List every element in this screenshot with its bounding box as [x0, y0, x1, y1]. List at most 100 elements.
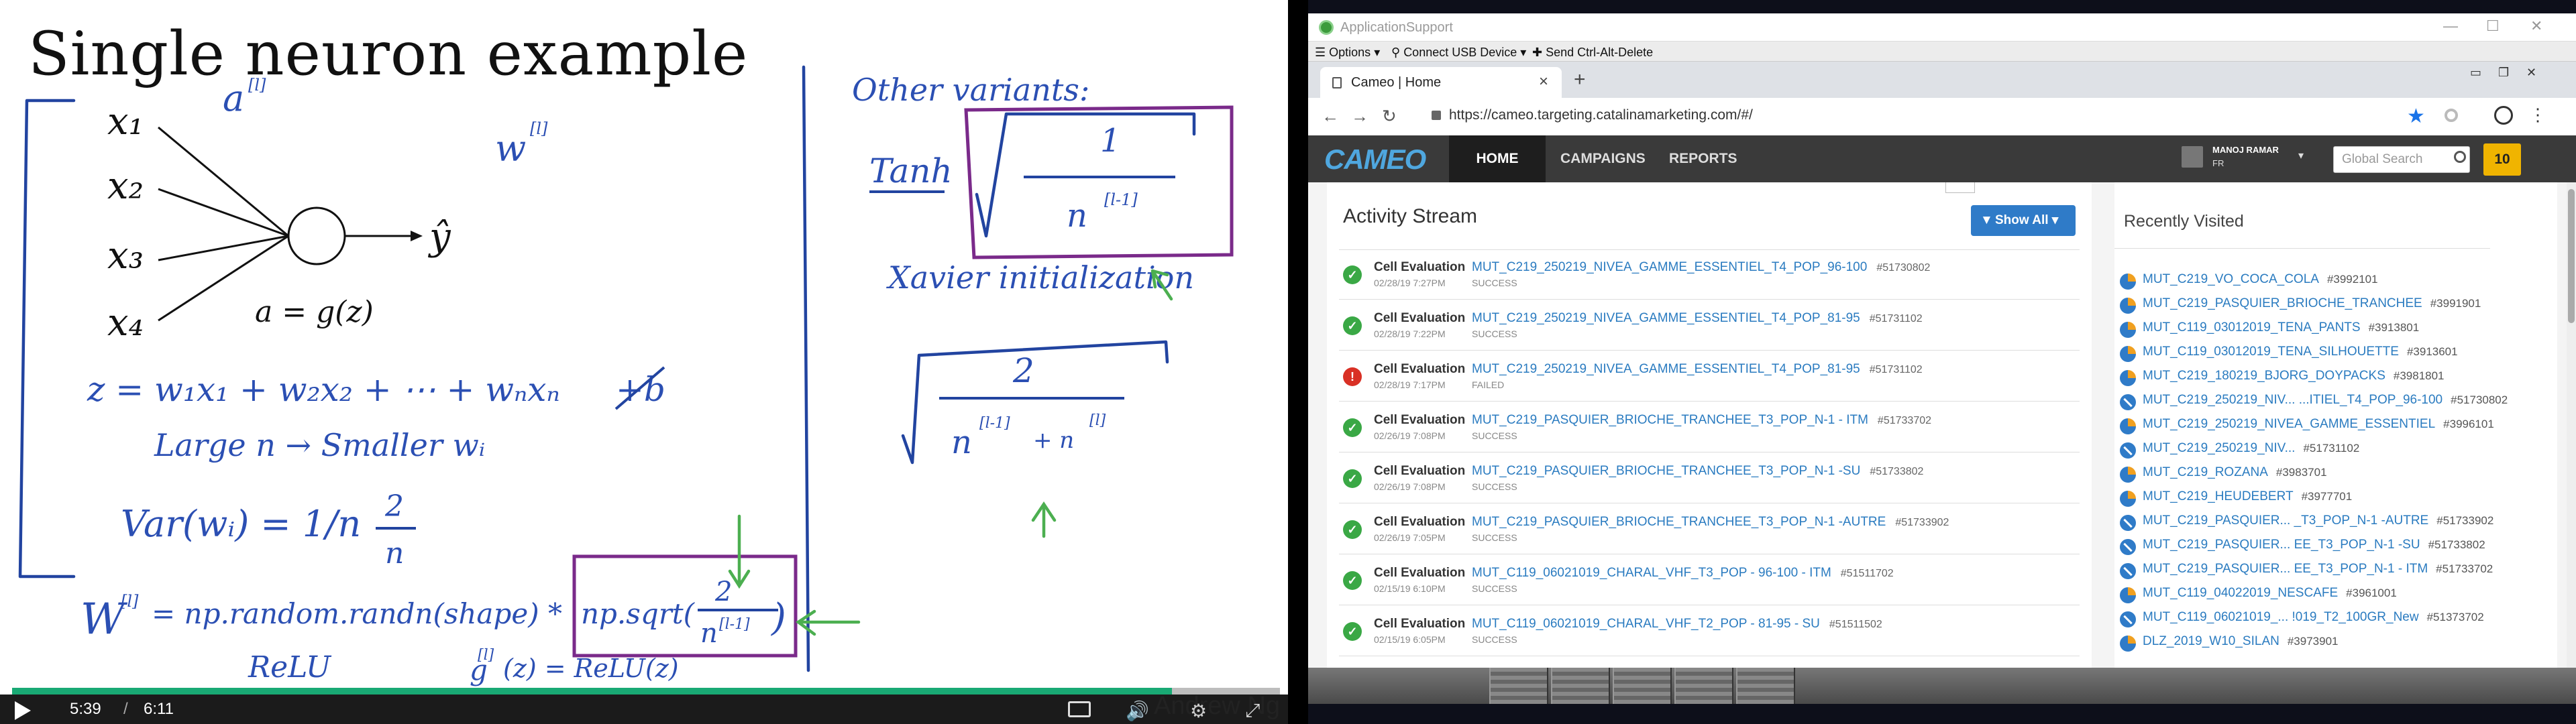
play-icon[interactable] — [15, 701, 31, 720]
activity-link[interactable]: MUT_C219_250219_NIVEA_GAMME_ESSENTIEL_T4… — [1472, 362, 1923, 377]
activity-link[interactable]: MUT_C219_PASQUIER_BRIOCHE_TRANCHEE_T3_PO… — [1472, 515, 1949, 530]
volume-icon[interactable]: 🔊 — [1126, 700, 1149, 722]
taskbar-button[interactable] — [1551, 668, 1610, 704]
recent-item[interactable]: MUT_C119_04022019_NESCAFE #3961001 — [2120, 582, 2542, 606]
success-check-icon: ✓ — [1343, 520, 1362, 539]
recent-link[interactable]: MUT_C219_250219_NIV... #51731102 — [2143, 441, 2359, 456]
taskbar-button[interactable] — [1674, 668, 1733, 704]
forward-icon[interactable]: → — [1351, 106, 1368, 127]
browser-minimize-icon[interactable]: ▭ — [2470, 66, 2481, 80]
recent-item[interactable]: MUT_C119_03012019_TENA_SILHOUETTE #391360… — [2120, 341, 2542, 365]
time-separator: / — [123, 700, 128, 718]
activity-time: 02/28/19 7:27PM — [1374, 278, 1446, 288]
recent-item[interactable]: MUT_C219_VO_COCA_COLA #3992101 — [2120, 268, 2542, 292]
recent-link[interactable]: MUT_C119_03012019_TENA_SILHOUETTE #391360… — [2143, 345, 2458, 359]
recent-link[interactable]: MUT_C219_PASQUIER... EE_T3_POP_N-1 -SU #5… — [2143, 538, 2485, 552]
activity-link[interactable]: MUT_C119_06021019_CHARAL_VHF_T3_POP - 96… — [1472, 566, 1894, 581]
user-menu-caret-icon[interactable]: ▾ — [2298, 149, 2304, 162]
settings-gear-icon[interactable]: ⚙ — [1190, 700, 1207, 722]
address-bar[interactable]: https://cameo.targeting.catalinamarketin… — [1449, 107, 1753, 123]
video-progress-bar[interactable] — [12, 688, 1280, 695]
activity-link[interactable]: MUT_C219_250219_NIVEA_GAMME_ESSENTIEL_T4… — [1472, 260, 1930, 275]
browser-menu-icon[interactable]: ⋮ — [2529, 105, 2546, 125]
browser-tab[interactable]: Cameo | Home × — [1320, 67, 1562, 98]
menu-options[interactable]: ☰ Options ▾ — [1315, 46, 1380, 60]
recent-item[interactable]: MUT_C219_PASQUIER... EE_T3_POP_N-1 -SU #5… — [2120, 534, 2542, 558]
browser-restore-icon[interactable]: ❐ — [2498, 66, 2509, 80]
scroll-up-tab[interactable] — [1945, 182, 1975, 193]
recent-link[interactable]: MUT_C219_ROZANA #3983701 — [2143, 465, 2327, 480]
recent-item[interactable]: MUT_C219_250219_NIVEA_GAMME_ESSENTIEL #39… — [2120, 413, 2542, 437]
recent-item[interactable]: MUT_C219_PASQUIER_BRIOCHE_TRANCHEE #39919… — [2120, 292, 2542, 316]
recent-item[interactable]: MUT_C219_PASQUIER... _T3_POP_N-1 -AUTRE #… — [2120, 509, 2542, 534]
recent-link[interactable]: MUT_C119_03012019_TENA_PANTS #3913801 — [2143, 320, 2419, 335]
activity-title: Activity Stream — [1343, 205, 1478, 227]
recent-item[interactable]: MUT_C219_PASQUIER... EE_T3_POP_N-1 - ITM… — [2120, 558, 2542, 582]
hw-relu: ReLU — [248, 650, 332, 684]
recent-item[interactable]: MUT_C119_03012019_TENA_PANTS #3913801 — [2120, 316, 2542, 341]
recent-item[interactable]: MUT_C219_ROZANA #3983701 — [2120, 461, 2542, 485]
reload-icon[interactable]: ↻ — [1382, 106, 1397, 127]
neuron-circle — [287, 206, 346, 265]
recent-item[interactable]: MUT_C219_180219_BJORG_DOYPACKS #3981801 — [2120, 365, 2542, 389]
cameo-logo[interactable]: CAMEO — [1324, 143, 1426, 176]
browser-close-icon[interactable]: ✕ — [2526, 66, 2536, 80]
close-window-icon[interactable]: ✕ — [2530, 17, 2542, 35]
activity-link[interactable]: MUT_C219_PASQUIER_BRIOCHE_TRANCHEE_T3_PO… — [1472, 464, 1923, 479]
fullscreen-icon[interactable]: ⤢ — [1245, 700, 1260, 722]
recent-link[interactable]: DLZ_2019_W10_SILAN #3973901 — [2143, 634, 2338, 649]
video-player[interactable]: x₁ x₂ x₃ x₄ ŷ a = g(z) a [l] w [l] z = w… — [0, 0, 1288, 724]
notifications-badge[interactable]: 10 — [2483, 143, 2521, 176]
show-all-button[interactable]: ▼ Show All ▾ — [1971, 205, 2076, 236]
recent-link[interactable]: MUT_C219_250219_NIV... ...ITIEL_T4_POP_9… — [2143, 393, 2508, 408]
search-icon[interactable] — [2454, 151, 2466, 163]
profile-icon[interactable] — [2494, 106, 2513, 125]
bookmark-star-icon[interactable]: ★ — [2407, 105, 2425, 128]
activity-status: SUCCESS — [1472, 532, 1517, 543]
global-search-input[interactable]: Global Search — [2333, 146, 2470, 173]
activity-link[interactable]: MUT_C219_250219_NIVEA_GAMME_ESSENTIEL_T4… — [1472, 311, 1923, 326]
activity-link[interactable]: MUT_C119_06021019_CHARAL_VHF_T2_POP - 81… — [1472, 617, 1882, 631]
svg-text:2: 2 — [1012, 351, 1034, 390]
scrollbar-thumb[interactable] — [2568, 189, 2575, 323]
nav-campaigns[interactable]: CAMPAIGNS — [1560, 135, 1646, 182]
recent-id: #51733802 — [2428, 538, 2485, 551]
activation-label: a = g(z) — [255, 295, 374, 329]
activity-link[interactable]: MUT_C219_PASQUIER_BRIOCHE_TRANCHEE_T3_PO… — [1472, 413, 1931, 428]
user-name[interactable]: MANOJ RAMAR — [2212, 145, 2279, 155]
activity-row: ✓ Cell Evaluation MUT_C219_PASQUIER_BRIOCH… — [1343, 410, 2081, 457]
minimize-icon[interactable]: — — [2443, 17, 2458, 35]
recent-link[interactable]: MUT_C219_PASQUIER_BRIOCHE_TRANCHEE #39919… — [2143, 296, 2481, 311]
captions-icon[interactable] — [1068, 701, 1091, 717]
back-icon[interactable]: ← — [1322, 106, 1339, 127]
taskbar-button[interactable] — [1489, 668, 1548, 704]
x2-label: x₂ — [107, 164, 144, 208]
taskbar-button[interactable] — [1736, 668, 1795, 704]
recent-item[interactable]: DLZ_2019_W10_SILAN #3973901 — [2120, 630, 2542, 654]
recent-divider — [2114, 248, 2490, 249]
recent-link[interactable]: MUT_C219_250219_NIVEA_GAMME_ESSENTIEL #39… — [2143, 417, 2494, 432]
menu-connect-usb[interactable]: ⚲ Connect USB Device ▾ — [1391, 46, 1526, 60]
page-scrollbar[interactable] — [2567, 182, 2576, 676]
recent-item[interactable]: MUT_C219_250219_NIV... #51731102 — [2120, 437, 2542, 461]
recent-link[interactable]: MUT_C219_VO_COCA_COLA #3992101 — [2143, 272, 2378, 287]
recent-link[interactable]: MUT_C219_PASQUIER... EE_T3_POP_N-1 - ITM… — [2143, 562, 2493, 577]
menu-send-cad[interactable]: ✚ Send Ctrl-Alt-Delete — [1532, 46, 1653, 60]
extension-icon[interactable] — [2445, 109, 2458, 122]
recent-link[interactable]: MUT_C219_PASQUIER... _T3_POP_N-1 -AUTRE #… — [2143, 514, 2493, 528]
nav-home[interactable]: HOME — [1449, 135, 1546, 182]
recent-link[interactable]: MUT_C219_180219_BJORG_DOYPACKS #3981801 — [2143, 369, 2445, 383]
user-avatar[interactable] — [2182, 146, 2203, 168]
recent-link[interactable]: MUT_C119_06021019_... !019_T2_100GR_New #… — [2143, 610, 2484, 625]
nav-reports[interactable]: REPORTS — [1669, 135, 1737, 182]
new-tab-icon[interactable]: + — [1574, 68, 1586, 91]
recent-item[interactable]: MUT_C219_HEUDEBERT #3977701 — [2120, 485, 2542, 509]
tab-close-icon[interactable]: × — [1539, 72, 1548, 91]
maximize-icon[interactable]: ☐ — [2486, 17, 2500, 35]
taskbar-button[interactable] — [1613, 668, 1672, 704]
recent-link[interactable]: MUT_C219_HEUDEBERT #3977701 — [2143, 489, 2352, 504]
recent-item[interactable]: MUT_C219_250219_NIV... ...ITIEL_T4_POP_9… — [2120, 389, 2542, 413]
recent-item[interactable]: MUT_C119_06021019_... !019_T2_100GR_New #… — [2120, 606, 2542, 630]
recent-link[interactable]: MUT_C119_04022019_NESCAFE #3961001 — [2143, 586, 2397, 601]
pie-chart-icon — [2120, 636, 2136, 652]
